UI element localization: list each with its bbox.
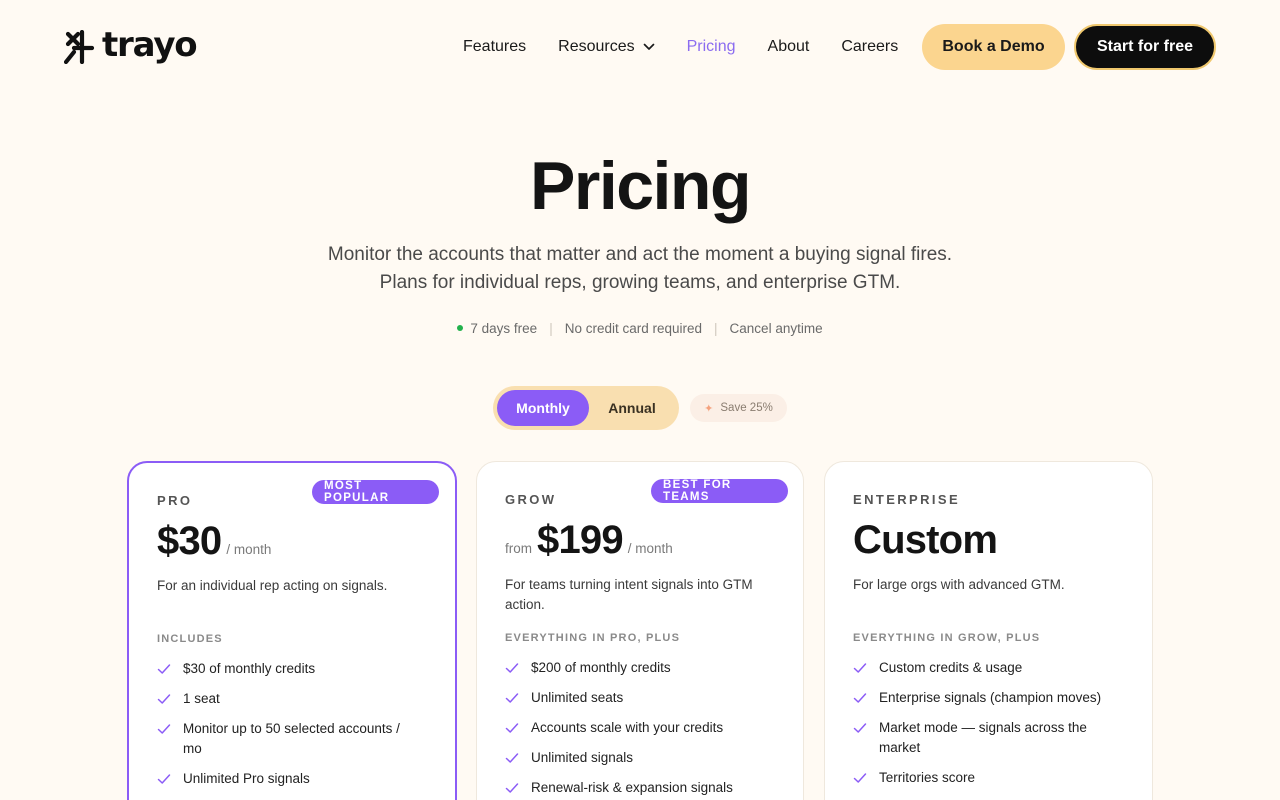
plan-description: For teams turning intent signals into GT… [505, 577, 753, 612]
plan-feature-label: Monitor up to 50 selected accounts / mo [183, 721, 400, 756]
plan-price-row: from $199 / month [505, 518, 673, 566]
plan-feature-list: $200 of monthly credits Unlimited seats … [505, 658, 765, 800]
check-icon [157, 774, 171, 784]
plan-tag: BEST FOR TEAMS [651, 479, 788, 503]
book-demo-button[interactable]: Book a Demo [922, 24, 1065, 70]
plan-feature: Enterprise signals (champion moves) [853, 688, 1113, 708]
plan-price: Custom [853, 518, 998, 562]
logo[interactable]: trayo [64, 25, 198, 67]
plan-includes-label: INCLUDES [157, 633, 223, 645]
plan-feature-label: Territories score [879, 770, 976, 785]
plan-card-grow: GROW BEST FOR TEAMS from $199 / month Fo… [476, 461, 804, 800]
plan-feature-label: $200 of monthly credits [531, 660, 671, 675]
check-icon [505, 723, 519, 733]
page-title: Pricing [530, 148, 752, 224]
plan-feature-list: $30 of monthly credits 1 seat Monitor up… [157, 659, 417, 799]
plan-feature-label: Unlimited Pro signals [183, 771, 310, 786]
plan-feature-label: Renewal-risk & expansion signals [531, 780, 733, 795]
trial-badges: 7 days free | No credit card required | … [0, 318, 1280, 338]
badge-separator: | [549, 320, 553, 336]
plan-card-pro: PRO MOST POPULAR $30 / month For an indi… [127, 461, 457, 800]
plan-feature-label: Unlimited signals [531, 750, 634, 765]
check-icon [853, 773, 867, 783]
plan-feature-list: Custom credits & usage Enterprise signal… [853, 658, 1113, 798]
plan-includes-label: EVERYTHING IN GROW, PLUS [853, 632, 1041, 644]
plan-feature: 1 seat [157, 689, 417, 709]
plan-price-row: $30 / month [157, 519, 271, 567]
plan-tier: PRO [157, 493, 193, 508]
plan-card-enterprise: ENTERPRISE Custom For large orgs with ad… [824, 461, 1153, 800]
plan-tier: GROW [505, 492, 557, 507]
plan-feature: Territories score [853, 768, 1113, 788]
nav-link-careers[interactable]: Careers [841, 38, 898, 56]
plan-price-prefix: from [505, 541, 532, 556]
hero-subtitle-line-2: Plans for individual reps, growing teams… [379, 272, 901, 293]
plan-feature: Unlimited Pro signals [157, 769, 417, 789]
logo-text: trayo [102, 25, 198, 65]
billing-toggle: Monthly Annual [493, 386, 679, 430]
plan-feature: Monitor up to 50 selected accounts / mo [157, 719, 417, 759]
plan-feature-label: 1 seat [183, 691, 220, 706]
plan-period: / month [226, 542, 272, 557]
green-dot-icon [457, 325, 464, 331]
save-badge: ✦ Save 25% [690, 394, 787, 422]
plan-description: For large orgs with advanced GTM. [853, 577, 1065, 592]
billing-annual-option[interactable]: Annual [589, 390, 675, 426]
plan-feature: $30 of monthly credits [157, 659, 417, 679]
check-icon [505, 753, 519, 763]
billing-monthly-option[interactable]: Monthly [497, 390, 589, 426]
plan-feature-label: $30 of monthly credits [183, 661, 316, 676]
check-icon [505, 663, 519, 673]
plan-feature: Unlimited signals [505, 748, 765, 768]
hero-subtitle-line-1: Monitor the accounts that matter and act… [327, 244, 953, 265]
trayo-logo-mark-icon [64, 30, 95, 64]
plan-feature: Custom credits & usage [853, 658, 1113, 678]
plan-feature-label: Custom credits & usage [879, 660, 1023, 675]
check-icon [157, 664, 171, 674]
plan-includes-label: EVERYTHING IN PRO, PLUS [505, 632, 681, 644]
plan-price-row: Custom [853, 518, 998, 566]
nav-link-pricing[interactable]: Pricing [687, 38, 736, 56]
plan-feature: Unlimited seats [505, 688, 765, 708]
badge-cancel: Cancel anytime [729, 320, 823, 336]
nav-links: Features Resources Pricing About Careers [463, 36, 898, 58]
plan-tier: ENTERPRISE [853, 492, 961, 507]
check-icon [157, 694, 171, 704]
plan-description: For an individual rep acting on signals. [157, 578, 388, 593]
plan-price: $199 [537, 518, 624, 562]
badge-free-days: 7 days free [470, 320, 538, 336]
plan-price: $30 [157, 519, 222, 563]
plan-tag: MOST POPULAR [312, 480, 439, 504]
nav-link-resources-label: Resources [558, 38, 635, 55]
check-icon [853, 663, 867, 673]
top-nav: trayo Features Resources Pricing About C… [0, 0, 1280, 94]
nav-link-about[interactable]: About [768, 38, 810, 56]
check-icon [853, 723, 867, 733]
sparkle-icon: ✦ [704, 402, 714, 415]
nav-link-resources[interactable]: Resources [558, 38, 654, 56]
check-icon [505, 783, 519, 793]
plan-feature: $200 of monthly credits [505, 658, 765, 678]
save-badge-label: Save 25% [720, 402, 773, 414]
plan-feature: Accounts scale with your credits [505, 718, 765, 738]
chevron-down-icon [643, 43, 654, 50]
plan-period: / month [627, 541, 673, 556]
check-icon [157, 724, 171, 734]
start-for-free-button[interactable]: Start for free [1074, 24, 1216, 70]
check-icon [505, 693, 519, 703]
plan-feature-label: Unlimited seats [531, 690, 624, 705]
nav-link-features[interactable]: Features [463, 38, 526, 56]
badge-no-card: No credit card required [564, 320, 703, 336]
hero-subtitle: Monitor the accounts that matter and act… [0, 241, 1280, 297]
check-icon [853, 693, 867, 703]
plan-feature-label: Accounts scale with your credits [531, 720, 724, 735]
plan-feature: Renewal-risk & expansion signals [505, 778, 765, 798]
plan-feature: Market mode — signals across the market [853, 718, 1113, 758]
plan-feature-label: Market mode — signals across the market [879, 720, 1087, 755]
plan-feature-label: Enterprise signals (champion moves) [879, 690, 1102, 705]
badge-separator: | [714, 320, 718, 336]
